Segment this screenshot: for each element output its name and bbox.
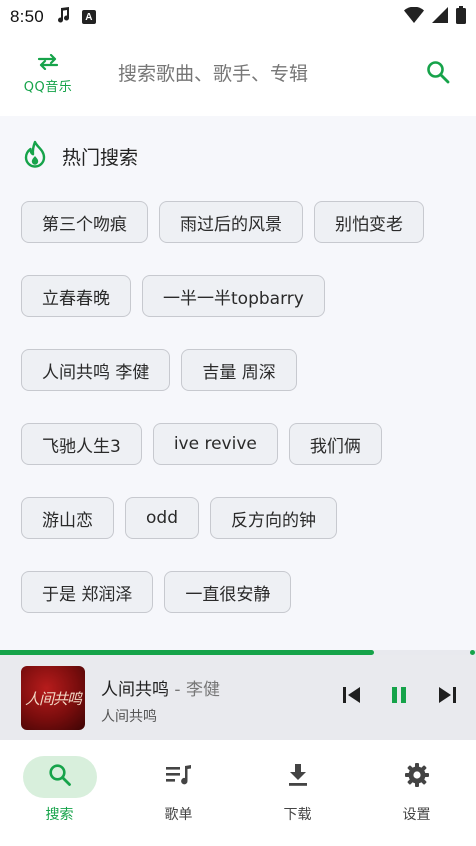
hot-search-chip[interactable]: 立春春晚	[21, 275, 131, 317]
status-bar: 8:50 A	[0, 0, 476, 34]
next-button[interactable]	[433, 683, 461, 711]
track-separator: -	[169, 680, 186, 700]
search-icon	[426, 60, 450, 88]
chip-row: 于是 郑润泽 一直很安静	[21, 571, 461, 613]
nav-label-search: 搜索	[45, 807, 74, 823]
skip-previous-icon	[342, 686, 362, 708]
wifi-icon	[404, 6, 424, 28]
album-cover[interactable]: 人间共鸣	[21, 666, 85, 730]
nav-icon-container	[261, 756, 335, 798]
bottom-navigation: 搜索 歌单 下载 设置	[0, 740, 476, 846]
track-title-line: 人间共鸣 - 李健	[101, 675, 220, 700]
nav-label-settings: 设置	[402, 807, 431, 823]
previous-button[interactable]	[338, 683, 366, 711]
hot-search-chip[interactable]: ive revive	[152, 423, 278, 465]
hot-search-chip[interactable]: 反方向的钟	[209, 497, 337, 539]
status-time: 8:50	[10, 7, 44, 26]
skip-next-icon	[437, 686, 457, 708]
settings-gear-icon	[404, 762, 430, 792]
logo-text: QQ音乐	[23, 79, 73, 95]
nav-item-playlist[interactable]: 歌单	[119, 740, 238, 846]
hot-search-title: 热门搜索	[62, 146, 139, 169]
search-button[interactable]	[422, 58, 454, 90]
swap-arrows-icon	[37, 53, 59, 74]
status-right	[404, 5, 466, 29]
music-note-icon	[56, 6, 70, 28]
hot-search-chip[interactable]: 第三个吻痕	[21, 201, 148, 243]
hot-search-chip[interactable]: 我们俩	[288, 423, 382, 465]
album-cover-text: 人间共鸣	[24, 689, 82, 708]
pause-button[interactable]	[385, 683, 413, 711]
hot-search-chip[interactable]: 飞驰人生3	[21, 423, 142, 465]
chip-row: 飞驰人生3 ive revive 我们俩	[21, 423, 461, 465]
hot-search-chip[interactable]: 别怕变老	[314, 201, 424, 243]
track-info[interactable]: 人间共鸣 - 李健 人间共鸣	[101, 675, 220, 726]
mini-player[interactable]: 人间共鸣 人间共鸣 - 李健 人间共鸣	[0, 655, 476, 740]
track-artist: 李健	[185, 680, 220, 700]
signal-icon	[432, 6, 448, 28]
chip-row: 第三个吻痕 雨过后的风景 别怕变老	[21, 201, 461, 243]
chip-row: 立春春晚 一半一半topbarry	[21, 275, 461, 317]
download-icon	[287, 763, 309, 791]
nav-label-playlist: 歌单	[164, 807, 193, 823]
chip-row: 游山恋 odd 反方向的钟	[21, 497, 461, 539]
hot-search-chip[interactable]: odd	[125, 497, 199, 539]
battery-icon	[456, 5, 466, 29]
app-header: QQ音乐	[0, 34, 476, 116]
track-album: 人间共鸣	[101, 709, 157, 725]
nav-icon-container	[22, 756, 97, 798]
chip-row: 人间共鸣 李健 吉量 周深	[21, 349, 461, 391]
hot-search-chip[interactable]: 一半一半topbarry	[142, 275, 325, 317]
pause-icon	[390, 686, 408, 708]
hot-search-chip[interactable]: 人间共鸣 李健	[21, 349, 171, 391]
hot-search-chip[interactable]: 于是 郑润泽	[21, 571, 154, 613]
search-icon	[48, 763, 72, 791]
a-badge-icon: A	[81, 10, 96, 24]
nav-item-download[interactable]: 下载	[238, 740, 357, 846]
track-title: 人间共鸣	[101, 680, 169, 700]
qq-music-logo[interactable]: QQ音乐	[16, 50, 80, 98]
playlist-icon	[165, 763, 193, 791]
nav-item-search[interactable]: 搜索	[0, 740, 119, 846]
hot-search-header: 热门搜索	[22, 140, 138, 172]
hot-search-chip[interactable]: 雨过后的风景	[159, 201, 303, 243]
nav-icon-container	[380, 756, 454, 798]
nav-icon-container	[142, 756, 216, 798]
hot-search-chips: 第三个吻痕 雨过后的风景 别怕变老 立春春晚 一半一半topbarry 人间共鸣…	[21, 201, 461, 645]
hot-search-chip[interactable]: 游山恋	[21, 497, 114, 539]
hot-search-chip[interactable]: 一直很安静	[164, 571, 292, 613]
main-content: 热门搜索 第三个吻痕 雨过后的风景 别怕变老 立春春晚 一半一半topbarry…	[0, 116, 476, 650]
search-input[interactable]	[106, 54, 406, 94]
nav-label-download: 下载	[283, 807, 312, 823]
nav-item-settings[interactable]: 设置	[357, 740, 476, 846]
hot-search-chip[interactable]: 吉量 周深	[181, 349, 297, 391]
flame-icon	[22, 140, 48, 172]
